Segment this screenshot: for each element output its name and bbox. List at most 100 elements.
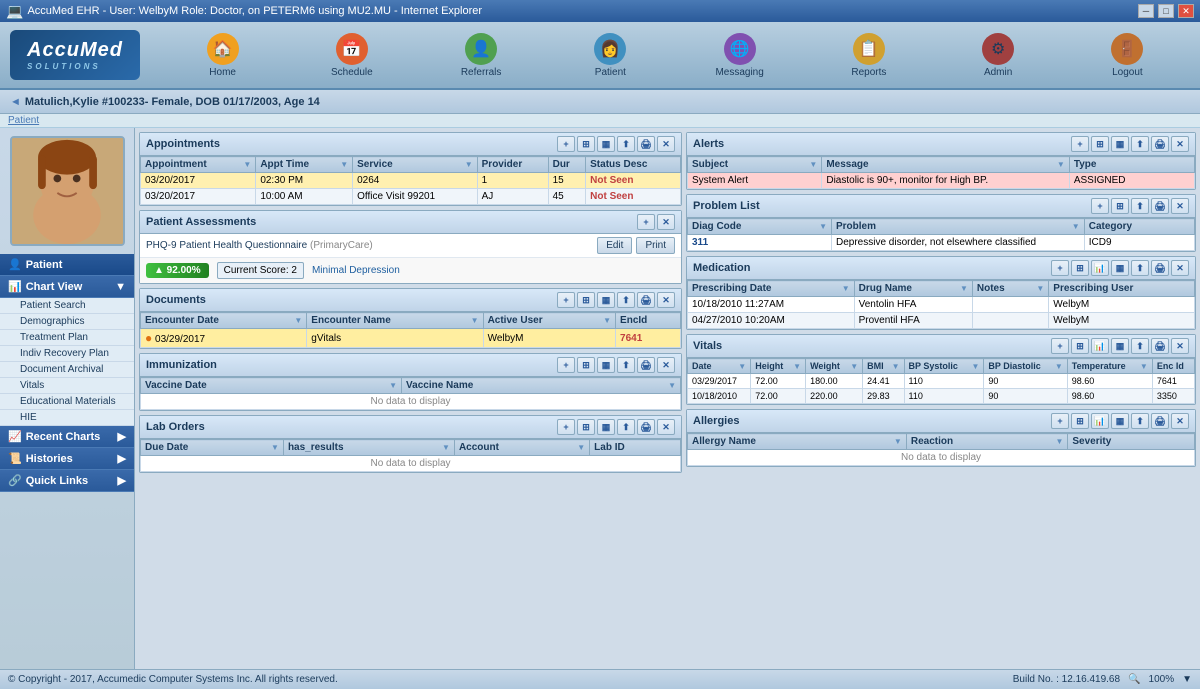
appointments-grid-button[interactable]: ▦ bbox=[597, 136, 615, 152]
med-grid-button[interactable]: ▦ bbox=[1111, 260, 1129, 276]
phq-print-button[interactable]: Print bbox=[636, 237, 675, 254]
minimize-button[interactable]: ─ bbox=[1138, 4, 1154, 18]
lab-print-button[interactable]: 🖨 bbox=[637, 419, 655, 435]
assessments-close-button[interactable]: ✕ bbox=[657, 214, 675, 230]
imm-print-button[interactable]: 🖨 bbox=[637, 357, 655, 373]
prob-export-button[interactable]: ⬆ bbox=[1131, 198, 1149, 214]
table-row[interactable]: 10/18/2010 72.00 220.00 29.83 110 90 98.… bbox=[688, 389, 1195, 404]
lab-copy-button[interactable]: ⊞ bbox=[577, 419, 595, 435]
sidebar-item-document-archival[interactable]: Document Archival bbox=[0, 362, 134, 378]
alerts-add-button[interactable]: + bbox=[1071, 136, 1089, 152]
phq-edit-button[interactable]: Edit bbox=[597, 237, 632, 254]
lab-grid-button[interactable]: ▦ bbox=[597, 419, 615, 435]
table-row[interactable]: 03/29/2017 72.00 180.00 24.41 110 90 98.… bbox=[688, 374, 1195, 389]
med-print-button[interactable]: 🖨 bbox=[1151, 260, 1169, 276]
table-row[interactable]: ● 03/29/2017 gVitals WelbyM 7641 bbox=[141, 329, 681, 348]
nav-reports-button[interactable]: 📋 Reports bbox=[834, 29, 904, 82]
appointments-close-button[interactable]: ✕ bbox=[657, 136, 675, 152]
vitals-print-button[interactable]: 🖨 bbox=[1151, 338, 1169, 354]
sidebar-item-hie[interactable]: HIE bbox=[0, 410, 134, 426]
sidebar-item-educational[interactable]: Educational Materials bbox=[0, 394, 134, 410]
sidebar-item-recovery-plan[interactable]: Indiv Recovery Plan bbox=[0, 346, 134, 362]
sidebar-section-recent-charts[interactable]: 📈 Recent Charts ▶ bbox=[0, 426, 134, 448]
table-row[interactable]: 03/20/2017 10:00 AM Office Visit 99201 A… bbox=[141, 189, 681, 205]
alerts-print-button[interactable]: 🖨 bbox=[1151, 136, 1169, 152]
appointments-export-button[interactable]: ⬆ bbox=[617, 136, 635, 152]
appointments-copy-button[interactable]: ⊞ bbox=[577, 136, 595, 152]
med-chart-button[interactable]: 📊 bbox=[1091, 260, 1109, 276]
med-copy-button[interactable]: ⊞ bbox=[1071, 260, 1089, 276]
table-row[interactable]: 10/18/2010 11:27AM Ventolin HFA WelbyM bbox=[688, 297, 1195, 313]
allergy-chart-button[interactable]: 📊 bbox=[1091, 413, 1109, 429]
prob-close-button[interactable]: ✕ bbox=[1171, 198, 1189, 214]
allergy-copy-button[interactable]: ⊞ bbox=[1071, 413, 1089, 429]
alerts-close-button[interactable]: ✕ bbox=[1171, 136, 1189, 152]
imm-close-button[interactable]: ✕ bbox=[657, 357, 675, 373]
imm-grid-button[interactable]: ▦ bbox=[597, 357, 615, 373]
alerts-grid-button[interactable]: ▦ bbox=[1111, 136, 1129, 152]
appointments-print-button[interactable]: 🖨 bbox=[637, 136, 655, 152]
documents-grid-button[interactable]: ▦ bbox=[597, 292, 615, 308]
allergy-grid-button[interactable]: ▦ bbox=[1111, 413, 1129, 429]
nav-admin-button[interactable]: ⚙ Admin bbox=[963, 29, 1033, 82]
documents-close-button[interactable]: ✕ bbox=[657, 292, 675, 308]
zoom-dropdown-icon[interactable]: ▼ bbox=[1182, 674, 1192, 685]
vitals-chart-button[interactable]: 📊 bbox=[1091, 338, 1109, 354]
alerts-export-button[interactable]: ⬆ bbox=[1131, 136, 1149, 152]
table-row[interactable]: 04/27/2010 10:20AM Proventil HFA WelbyM bbox=[688, 313, 1195, 329]
appointments-panel: Appointments + ⊞ ▦ ⬆ 🖨 ✕ Appointment▼ bbox=[139, 132, 682, 206]
prob-print-button[interactable]: 🖨 bbox=[1151, 198, 1169, 214]
table-row[interactable]: 03/20/2017 02:30 PM 0264 1 15 Not Seen bbox=[141, 173, 681, 189]
assessments-add-button[interactable]: + bbox=[637, 214, 655, 230]
sidebar-section-histories[interactable]: 📜 Histories ▶ bbox=[0, 448, 134, 470]
appt-provider-2: AJ bbox=[477, 189, 548, 205]
imm-copy-button[interactable]: ⊞ bbox=[577, 357, 595, 373]
vitals-grid-button[interactable]: ▦ bbox=[1111, 338, 1129, 354]
chevron-down-icon: ▼ bbox=[115, 281, 126, 293]
sidebar-section-quick-links[interactable]: 🔗 Quick Links ▶ bbox=[0, 470, 134, 492]
documents-export-button[interactable]: ⬆ bbox=[617, 292, 635, 308]
lab-export-button[interactable]: ⬆ bbox=[617, 419, 635, 435]
med-export-button[interactable]: ⬆ bbox=[1131, 260, 1149, 276]
nav-logout-button[interactable]: 🚪 Logout bbox=[1092, 29, 1162, 82]
vitals-export-button[interactable]: ⬆ bbox=[1131, 338, 1149, 354]
nav-messaging-button[interactable]: 🌐 Messaging bbox=[705, 29, 775, 82]
sidebar-item-treatment-plan[interactable]: Treatment Plan bbox=[0, 330, 134, 346]
allergy-print-button[interactable]: 🖨 bbox=[1151, 413, 1169, 429]
nav-patient-button[interactable]: 👩 Patient bbox=[575, 29, 645, 82]
close-button[interactable]: ✕ bbox=[1178, 4, 1194, 18]
vitals-add-button[interactable]: + bbox=[1051, 338, 1069, 354]
sidebar-section-chart-view[interactable]: 📊 Chart View ▼ bbox=[0, 276, 134, 298]
sidebar-section-patient[interactable]: 👤 Patient bbox=[0, 254, 134, 276]
prob-copy-button[interactable]: ⊞ bbox=[1111, 198, 1129, 214]
med-close-button[interactable]: ✕ bbox=[1171, 260, 1189, 276]
imm-add-button[interactable]: + bbox=[557, 357, 575, 373]
lab-close-button[interactable]: ✕ bbox=[657, 419, 675, 435]
allergy-add-button[interactable]: + bbox=[1051, 413, 1069, 429]
table-row[interactable]: 311 Depressive disorder, not elsewhere c… bbox=[688, 235, 1195, 251]
table-row[interactable]: System Alert Diastolic is 90+, monitor f… bbox=[688, 173, 1195, 189]
med-drug-2: Proventil HFA bbox=[854, 313, 972, 329]
allergy-close-button[interactable]: ✕ bbox=[1171, 413, 1189, 429]
nav-home-button[interactable]: 🏠 Home bbox=[188, 29, 258, 82]
imm-export-button[interactable]: ⬆ bbox=[617, 357, 635, 373]
appointments-add-button[interactable]: + bbox=[557, 136, 575, 152]
lab-add-button[interactable]: + bbox=[557, 419, 575, 435]
sidebar-item-patient-search[interactable]: Patient Search bbox=[0, 298, 134, 314]
nav-referrals-button[interactable]: 👤 Referrals bbox=[446, 29, 516, 82]
documents-add-button[interactable]: + bbox=[557, 292, 575, 308]
restore-button[interactable]: □ bbox=[1158, 4, 1174, 18]
med-add-button[interactable]: + bbox=[1051, 260, 1069, 276]
documents-print-button[interactable]: 🖨 bbox=[637, 292, 655, 308]
vitals-close-button[interactable]: ✕ bbox=[1171, 338, 1189, 354]
med-notes-2 bbox=[972, 313, 1048, 329]
phq-row: PHQ-9 Patient Health Questionnaire (Prim… bbox=[140, 234, 681, 258]
prob-add-button[interactable]: + bbox=[1091, 198, 1109, 214]
vitals-copy-button[interactable]: ⊞ bbox=[1071, 338, 1089, 354]
nav-schedule-button[interactable]: 📅 Schedule bbox=[317, 29, 387, 82]
sidebar-item-demographics[interactable]: Demographics bbox=[0, 314, 134, 330]
sidebar-item-vitals[interactable]: Vitals bbox=[0, 378, 134, 394]
alerts-copy-button[interactable]: ⊞ bbox=[1091, 136, 1109, 152]
documents-copy-button[interactable]: ⊞ bbox=[577, 292, 595, 308]
allergy-export-button[interactable]: ⬆ bbox=[1131, 413, 1149, 429]
